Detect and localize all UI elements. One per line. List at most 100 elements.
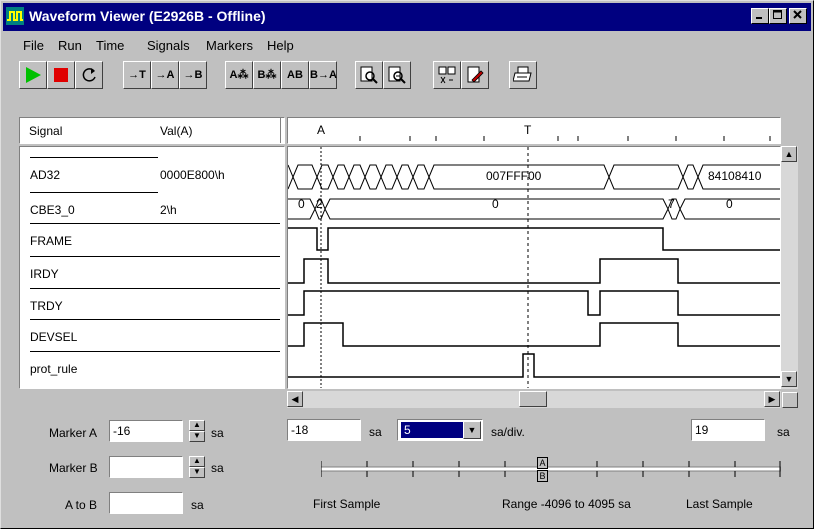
signal-row-ad32[interactable]: AD32 0000E800\h: [20, 157, 284, 188]
timeline-trigger-label: T: [524, 123, 532, 137]
first-sample-label: First Sample: [313, 497, 381, 511]
cbe-value-label: 2: [316, 197, 323, 211]
view-start-input[interactable]: -18: [287, 419, 361, 441]
vertical-scrollbar[interactable]: ▲ ▼: [781, 146, 798, 389]
stop-button[interactable]: [47, 61, 75, 89]
a-to-b-label: A to B: [65, 498, 98, 512]
spin-down-icon[interactable]: ▼: [189, 431, 205, 442]
zoom-out-button[interactable]: [383, 61, 411, 89]
overview-track: [321, 461, 781, 477]
signal-row-devsel[interactable]: DEVSEL: [20, 319, 284, 350]
arrow-left-icon: ◀: [291, 394, 299, 404]
overview-marker-b[interactable]: B: [537, 470, 548, 482]
signal-row-trdy[interactable]: TRDY: [20, 288, 284, 319]
zoom-unit: sa/div.: [491, 425, 525, 439]
print-button[interactable]: [509, 61, 537, 89]
goto-trigger-button[interactable]: →T: [123, 61, 151, 89]
maximize-icon: [773, 10, 782, 19]
zoom-select[interactable]: 5 ▼: [397, 419, 483, 441]
signal-row-prot-rule[interactable]: prot_rule: [20, 351, 284, 382]
marker-b-to-view-button[interactable]: B⁂: [253, 61, 281, 89]
title-bar[interactable]: Waveform Viewer (E2926B - Offline): [3, 3, 811, 31]
signal-value: 2\h: [160, 203, 177, 217]
close-button[interactable]: [789, 8, 807, 24]
maximize-button[interactable]: [769, 8, 787, 24]
menu-help[interactable]: Help: [267, 38, 294, 53]
marker-b-a-button[interactable]: B→A: [309, 61, 337, 89]
spin-down-icon[interactable]: ▼: [189, 467, 205, 478]
marker-b-label: Marker B: [49, 461, 98, 475]
goto-marker-b-button[interactable]: →B: [179, 61, 207, 89]
ad32-value-label: 007FFF00: [486, 169, 542, 183]
zoom-out-icon: [388, 66, 406, 84]
minimize-button[interactable]: [751, 8, 769, 24]
signal-row-frame[interactable]: FRAME: [20, 223, 284, 254]
row-separator: [30, 256, 280, 257]
toolbar: →T →A →B A⁂ B⁂ AB B→A: [19, 61, 579, 93]
signal-row-cbe3-0[interactable]: CBE3_0 2\h: [20, 192, 284, 223]
arrow-up-icon: ▲: [784, 149, 794, 159]
marker-b-spinner[interactable]: ▲ ▼: [189, 456, 205, 478]
scroll-up-button[interactable]: ▲: [781, 146, 797, 162]
menu-run[interactable]: Run: [58, 38, 82, 53]
overview-slider[interactable]: A B: [321, 457, 781, 482]
zoom-select-value: 5: [401, 422, 463, 438]
scroll-right-button[interactable]: ▶: [764, 391, 780, 407]
marker-a-spinner[interactable]: ▲ ▼: [189, 420, 205, 442]
signal-column-header[interactable]: Signal: [29, 124, 62, 138]
refresh-button[interactable]: [75, 61, 103, 89]
goto-marker-a-button[interactable]: →A: [151, 61, 179, 89]
signal-select-icon: [438, 66, 456, 84]
menu-file[interactable]: File: [23, 38, 44, 53]
view-end-unit: sa: [777, 425, 790, 439]
menu-markers[interactable]: Markers: [206, 38, 253, 53]
markers-ab-button[interactable]: AB: [281, 61, 309, 89]
run-button[interactable]: [19, 61, 47, 89]
scroll-left-button[interactable]: ◀: [287, 391, 303, 407]
waveform-area[interactable]: 0 2 0 7 0 007FFF00 84108410: [287, 146, 781, 389]
edit-doc-button[interactable]: [461, 61, 489, 89]
goto-marker-b-icon: →B: [183, 69, 203, 81]
row-separator: [30, 288, 280, 289]
timeline-marker-a-label: A: [317, 123, 326, 137]
row-separator: [30, 157, 158, 158]
window-title: Waveform Viewer (E2926B - Offline): [29, 8, 266, 24]
scroll-down-button[interactable]: ▼: [781, 371, 797, 387]
signal-name: TRDY: [30, 299, 63, 313]
overview-marker-a[interactable]: A: [537, 457, 548, 469]
horizontal-scrollbar[interactable]: ◀ ▶: [287, 391, 781, 408]
signal-select-button[interactable]: [433, 61, 461, 89]
trdy-wave: [288, 290, 780, 316]
last-sample-label: Last Sample: [686, 497, 753, 511]
marker-b-unit: sa: [211, 461, 224, 475]
spin-up-icon[interactable]: ▲: [189, 456, 205, 467]
signal-table-header: Signal Val(A): [19, 117, 285, 144]
marker-a-input[interactable]: -16: [109, 420, 183, 442]
signal-row-irdy[interactable]: IRDY: [20, 256, 284, 287]
spin-up-icon[interactable]: ▲: [189, 420, 205, 431]
close-icon: [793, 10, 802, 19]
marker-b-a-icon: B→A: [310, 69, 337, 81]
timeline-ruler[interactable]: A T: [287, 117, 781, 144]
row-separator: [30, 192, 158, 193]
print-icon: [513, 66, 532, 82]
signal-name: DEVSEL: [30, 330, 78, 344]
menu-time[interactable]: Time: [96, 38, 124, 53]
marker-a-to-view-button[interactable]: A⁂: [225, 61, 253, 89]
zoom-in-button[interactable]: [355, 61, 383, 89]
arrow-down-icon: ▼: [784, 374, 794, 384]
timeline-ticks: [359, 136, 771, 141]
row-separator: [30, 351, 280, 352]
marker-b-input[interactable]: [109, 456, 183, 478]
value-column-header[interactable]: Val(A): [160, 124, 192, 138]
scroll-thumb[interactable]: [519, 391, 547, 407]
prot-rule-wave: [288, 353, 780, 378]
menu-signals[interactable]: Signals: [147, 38, 190, 53]
view-end-input[interactable]: 19: [691, 419, 765, 441]
cbe-value-label: 0: [726, 197, 733, 211]
devsel-wave: [288, 322, 780, 347]
edit-doc-icon: [467, 66, 484, 83]
marker-a-label: Marker A: [49, 426, 98, 440]
dropdown-arrow-icon[interactable]: ▼: [463, 421, 481, 439]
signal-name: CBE3_0: [30, 203, 75, 217]
